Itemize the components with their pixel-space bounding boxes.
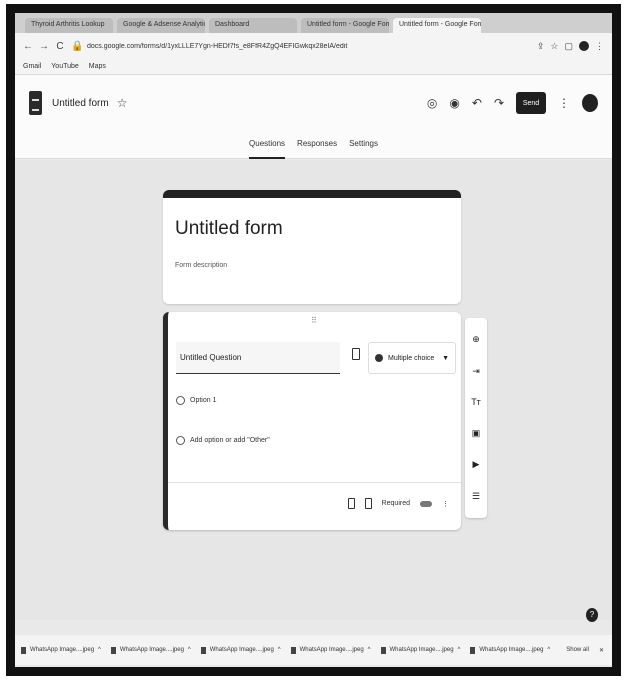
duplicate-icon[interactable] [347,498,355,509]
bookmark-maps[interactable]: Maps [89,63,106,70]
add-title-icon[interactable]: Tт [471,397,481,407]
tab-responses[interactable]: Responses [297,131,337,159]
radio-type-icon [375,354,383,362]
close-icon[interactable]: ✕ [599,647,604,654]
form-title-input[interactable]: Untitled form [175,218,449,240]
add-question-icon[interactable]: ⊕ [472,334,480,345]
browser-tab[interactable]: Dashboard [209,18,297,33]
window-icon[interactable]: ▢ [564,41,573,52]
help-icon[interactable]: ? [586,608,598,622]
chevron-up-icon[interactable]: ^ [188,647,191,653]
tab-questions[interactable]: Questions [249,131,286,159]
browser-tab-strip: Thyroid Arthritis Lookup Google & Adsens… [15,13,612,33]
avatar[interactable] [582,94,598,112]
question-type-label: Multiple choice [388,354,435,362]
radio-icon [176,436,185,445]
chevron-up-icon[interactable]: ^ [368,647,371,653]
download-label: WhatsApp Image....jpeg [479,647,544,653]
forms-logo-icon[interactable] [29,91,42,115]
address-bar: ← → C 🔒 docs.google.com/forms/d/1yxLLLE7… [15,33,612,59]
download-label: WhatsApp Image....jpeg [389,647,454,653]
palette-icon[interactable]: ◎ [427,96,437,110]
file-icon [470,646,476,654]
option-row[interactable]: Option 1 [176,396,216,405]
radio-icon [176,396,185,405]
more-options-icon[interactable]: ⋮ [442,500,449,508]
form-title-card: Untitled form Form description [163,190,461,304]
bookmark-star-icon[interactable]: ☆ [550,41,558,52]
more-icon[interactable]: ⋮ [558,96,570,110]
download-label: WhatsApp Image....jpeg [299,647,364,653]
forward-icon[interactable]: → [39,41,49,52]
add-image-icon[interactable] [352,348,360,360]
chevron-up-icon[interactable]: ^ [98,647,101,653]
show-all-button[interactable]: Show all [566,647,589,653]
browser-tab[interactable]: Untitled form - Google Forms [301,18,389,33]
lock-icon: 🔒 [71,40,84,52]
delete-icon[interactable] [364,498,372,509]
question-footer: Required ⋮ [347,498,449,509]
file-icon [380,646,386,654]
question-card[interactable]: ⠿ Untitled Question Multiple choice ▼ Op… [163,312,461,530]
question-type-select[interactable]: Multiple choice ▼ [368,342,456,374]
photo-frame: Thyroid Arthritis Lookup Google & Adsens… [6,4,621,676]
file-icon [110,646,116,654]
file-icon [290,646,296,654]
bookmark-youtube[interactable]: YouTube [51,63,79,70]
add-section-icon[interactable]: ☰ [472,491,480,502]
star-icon[interactable]: ☆ [117,96,128,110]
download-label: WhatsApp Image....jpeg [30,647,95,653]
download-item[interactable]: WhatsApp Image....jpeg ^ [21,646,101,654]
forms-header: Untitled form ☆ ◎ ◉ ↶ ↷ Send ⋮ [15,75,612,131]
browser-tab[interactable]: Google & Adsense Analytics [117,18,205,33]
option-label[interactable]: Option 1 [190,397,216,404]
browser-tab-active[interactable]: Untitled form - Google Forms [393,18,481,33]
drag-handle-icon[interactable]: ⠿ [311,316,317,325]
form-description-input[interactable]: Form description [175,262,449,269]
downloads-bar: WhatsApp Image....jpeg ^ WhatsApp Image..… [15,635,612,665]
add-video-icon[interactable]: ▶ [473,459,480,470]
file-icon [21,646,26,654]
chevron-up-icon[interactable]: ^ [278,647,281,653]
doc-title[interactable]: Untitled form [52,98,109,109]
add-option-link[interactable]: Add option or add "Other" [190,437,270,444]
preview-icon[interactable]: ◉ [449,96,459,110]
chevron-up-icon[interactable]: ^ [547,647,550,653]
bookmark-gmail[interactable]: Gmail [23,63,41,70]
profile-avatar[interactable] [579,41,589,51]
question-title-input[interactable]: Untitled Question [176,342,340,374]
reload-icon[interactable]: C [55,41,65,52]
browser-tab[interactable]: Thyroid Arthritis Lookup [25,18,113,33]
url-input[interactable]: docs.google.com/forms/d/1yxLLLE7Ygn-HEDf… [87,43,531,50]
share-icon[interactable]: ⇪ [537,41,545,52]
download-label: WhatsApp Image....jpeg [119,647,184,653]
chevron-up-icon[interactable]: ^ [458,647,461,653]
file-icon [200,646,206,654]
menu-icon[interactable]: ⋮ [595,41,604,52]
import-questions-icon[interactable]: ⇥ [472,366,480,377]
card-divider [168,482,461,483]
add-image-icon[interactable]: ▣ [472,428,481,439]
required-toggle[interactable] [420,500,432,507]
undo-icon[interactable]: ↶ [472,96,482,110]
tab-settings[interactable]: Settings [349,131,378,159]
back-icon[interactable]: ← [23,41,33,52]
bookmarks-bar: Gmail YouTube Maps [15,59,612,75]
download-item[interactable]: WhatsApp Image....jpeg ^ [380,646,461,654]
send-button[interactable]: Send [516,92,546,114]
dropdown-caret-icon: ▼ [442,354,449,362]
download-item[interactable]: WhatsApp Image....jpeg ^ [110,646,191,654]
redo-icon[interactable]: ↷ [494,96,504,110]
add-option-row[interactable]: Add option or add "Other" [176,436,270,445]
download-label: WhatsApp Image....jpeg [209,647,274,653]
forms-tabs: Questions Responses Settings [15,131,612,159]
download-item[interactable]: WhatsApp Image....jpeg ^ [290,646,371,654]
required-label: Required [381,500,410,507]
form-canvas: Untitled form Form description ⠿ Untitle… [15,160,612,622]
side-toolbar: ⊕ ⇥ Tт ▣ ▶ ☰ [465,318,487,518]
download-item[interactable]: WhatsApp Image....jpeg ^ [470,646,550,654]
download-item[interactable]: WhatsApp Image....jpeg ^ [200,646,281,654]
